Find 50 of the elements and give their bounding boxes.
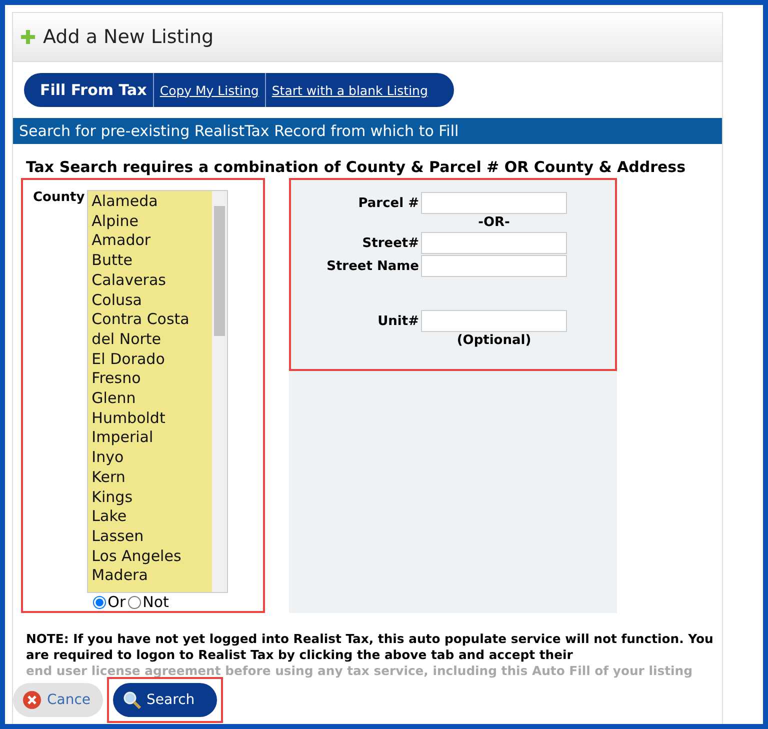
radio-button[interactable]: [128, 596, 141, 608]
radio-label: Not: [142, 593, 169, 611]
note-text: NOTE: If you have not yet logged into Realist Tax, this auto populate service will not function. You are required to logon to Realist Tax by clicking the above tab and accept their: [26, 631, 714, 663]
faded-note-text: end user license agreement before using any tax service, including this Auto Fill of your listing: [26, 663, 692, 679]
field-note: -OR-: [478, 215, 510, 230]
county-option[interactable]: Amador: [92, 231, 212, 252]
county-option[interactable]: Los Angeles: [92, 546, 212, 566]
section-bar: Search for pre-existing RealistTax Record from which to Fill: [13, 118, 722, 144]
input-field[interactable]: [421, 232, 567, 254]
field-note: (Optional): [456, 333, 532, 348]
radio-button[interactable]: [92, 596, 106, 608]
input-field[interactable]: [421, 310, 567, 332]
county-option[interactable]: Fresno: [92, 369, 212, 390]
field-label: Street#: [362, 236, 419, 251]
input-field[interactable]: [421, 192, 567, 214]
county-option[interactable]: Imperial: [92, 428, 212, 448]
county-option[interactable]: Lassen: [92, 526, 212, 547]
plus-icon: [21, 30, 35, 44]
county-option[interactable]: del Norte: [92, 330, 212, 350]
tab[interactable]: Start with a blank Listing: [264, 73, 434, 107]
field-label: Parcel #: [358, 196, 419, 211]
county-option[interactable]: Humboldt: [92, 408, 212, 428]
field-label: Street Name: [326, 259, 419, 274]
county-option[interactable]: Kern: [92, 468, 212, 488]
county-option[interactable]: Alpine: [92, 212, 212, 232]
county-option[interactable]: Colusa: [92, 290, 212, 310]
search-icon: [122, 691, 141, 709]
county-option[interactable]: Calaveras: [92, 270, 212, 291]
scrollbar[interactable]: [212, 191, 227, 592]
county-option[interactable]: Madera: [92, 566, 212, 586]
county-list[interactable]: Alameda Alpine Amador Butte Calaveras Colusa Contra Costa del Norte El Dorado Fresno Glenn Humboldt Imperial Inyo Kern Kings Lake Lassen Los Angeles Madera: [86, 190, 228, 593]
county-option[interactable]: Butte: [92, 251, 212, 271]
page-title: Add a New Listing: [43, 26, 214, 48]
county-option[interactable]: Glenn: [92, 389, 212, 409]
county-option[interactable]: Inyo: [92, 448, 212, 468]
tab[interactable]: Fill From Tax: [34, 73, 153, 107]
search-button[interactable]: Search: [112, 683, 217, 717]
county-option[interactable]: Lake: [92, 507, 212, 527]
instruction-text: Tax Search requires a combination of County & Parcel # OR County & Address: [26, 158, 687, 176]
cancel-button[interactable]: Cance: [13, 683, 103, 717]
county-option[interactable]: Alameda: [92, 192, 212, 212]
input-field[interactable]: [421, 255, 567, 277]
county-label: County: [33, 190, 85, 207]
county-option[interactable]: Contra Costa: [92, 310, 212, 330]
county-option[interactable]: Kings: [92, 488, 212, 508]
county-option[interactable]: El Dorado: [92, 350, 212, 370]
field-label: Unit#: [378, 314, 419, 329]
tab[interactable]: Copy My Listing: [152, 73, 265, 107]
radio-label: Or: [108, 593, 126, 611]
close-icon: [23, 691, 41, 709]
